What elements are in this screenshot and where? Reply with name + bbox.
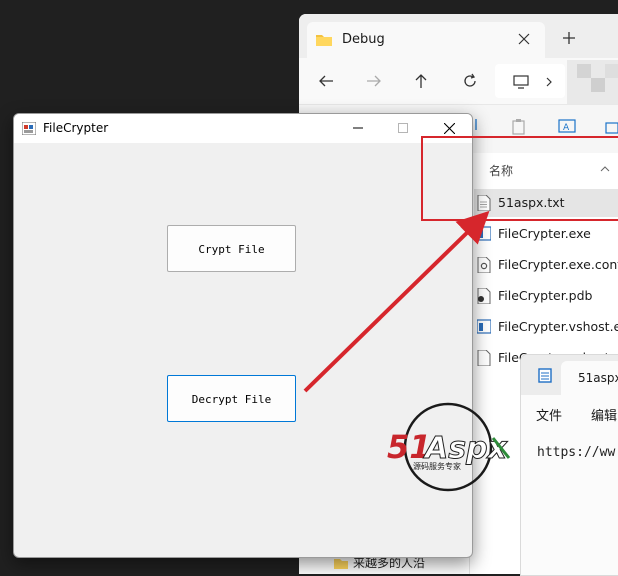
maximize-icon: [398, 123, 408, 133]
file-row-filecrypter-exe[interactable]: FileCrypter.exe: [474, 220, 618, 248]
file-row-filecrypter-config[interactable]: FileCrypter.exe.config: [474, 251, 618, 279]
svg-text:A: A: [563, 123, 570, 133]
new-tab-icon[interactable]: [562, 31, 576, 45]
config-file-icon: [477, 257, 491, 273]
crypt-file-button[interactable]: Crypt File: [167, 225, 296, 272]
blurred-region: [567, 60, 618, 106]
up-arrow-icon[interactable]: [414, 73, 428, 89]
watermark-logo: 51 Aspx 源码服务专家: [387, 402, 511, 492]
pdb-file-icon: [477, 288, 491, 304]
back-arrow-icon[interactable]: [318, 74, 334, 88]
share-icon[interactable]: [605, 118, 618, 134]
this-pc-icon: [513, 75, 529, 89]
file-name: FileCrypter.exe: [498, 226, 591, 241]
exe-icon: [477, 226, 491, 241]
notepad-text[interactable]: https://ww: [537, 445, 615, 460]
explorer-nav-bar: [299, 58, 618, 106]
file-name: FileCrypter.pdb: [498, 288, 593, 303]
notepad-icon: [538, 368, 552, 383]
close-tab-icon[interactable]: [518, 33, 530, 45]
close-icon: [444, 123, 455, 134]
explorer-tab-bar: Debug: [299, 14, 618, 58]
file-row-filecrypter-pdb[interactable]: FileCrypter.pdb: [474, 282, 618, 310]
highlight-box: [421, 136, 618, 221]
minimize-button[interactable]: [335, 114, 381, 143]
rename-icon[interactable]: A: [558, 118, 576, 134]
svg-text:源码服务专家: 源码服务专家: [413, 461, 461, 471]
paste-icon[interactable]: [511, 118, 527, 135]
tab-debug[interactable]: Debug: [307, 22, 545, 58]
refresh-icon[interactable]: [462, 73, 478, 89]
notepad-tab-title: 51aspx.: [578, 371, 618, 385]
exe-icon: [477, 319, 491, 334]
menu-file[interactable]: 文件: [536, 405, 562, 424]
chevron-right-icon[interactable]: [545, 77, 553, 87]
tab-title: Debug: [342, 32, 385, 47]
file-name: FileCrypter.exe.config: [498, 257, 618, 272]
notepad-tab[interactable]: 51aspx.: [561, 361, 618, 395]
minimize-icon: [353, 127, 363, 129]
app-icon: [22, 122, 36, 135]
filecrypter-title-bar: FileCrypter: [14, 114, 472, 143]
decrypt-file-button[interactable]: Decrypt File: [167, 375, 296, 422]
file-name: FileCrypter.vshost.exe: [498, 319, 618, 334]
address-bar[interactable]: [495, 64, 565, 98]
window-title: FileCrypter: [43, 121, 109, 135]
folder-icon: [334, 559, 348, 569]
notepad-tab-bar: 51aspx.: [521, 355, 618, 395]
notepad-menu-bar: 文件 编辑: [521, 395, 618, 431]
folder-icon: [316, 35, 332, 46]
file-icon: [477, 350, 491, 366]
file-row-vshost-exe[interactable]: FileCrypter.vshost.exe: [474, 313, 618, 341]
menu-edit[interactable]: 编辑: [591, 405, 617, 424]
notepad-window: 51aspx. 文件 编辑 https://ww: [520, 354, 618, 576]
svg-text:Aspx: Aspx: [423, 431, 509, 466]
forward-arrow-icon[interactable]: [366, 74, 382, 88]
maximize-button[interactable]: [380, 114, 426, 143]
